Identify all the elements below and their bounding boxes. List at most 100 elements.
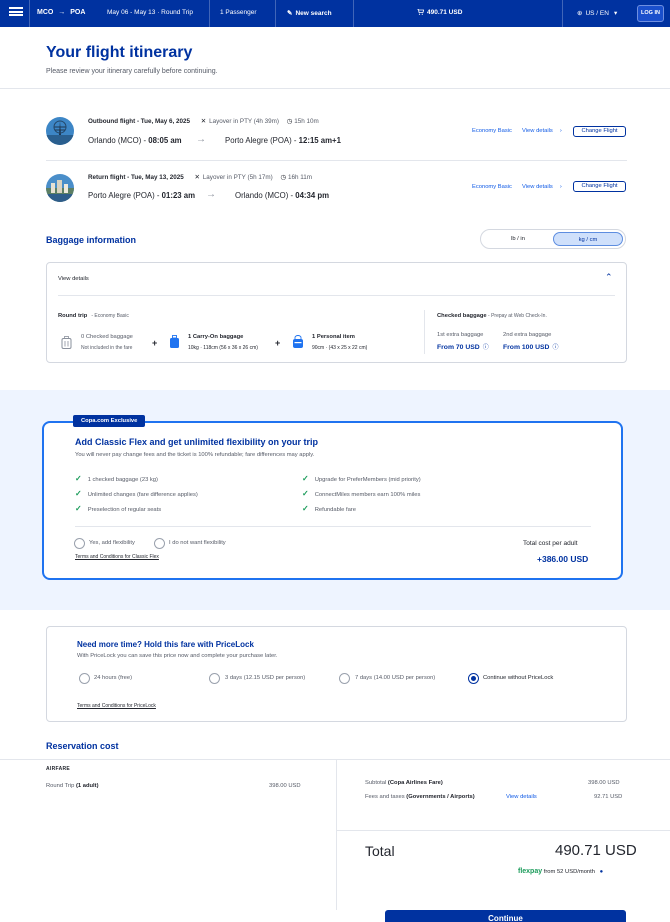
divider — [46, 160, 627, 161]
checked-bag-title: 0 Checked baggage — [81, 334, 133, 340]
check-icon: ✓ — [75, 489, 82, 498]
pricelock-7d-radio[interactable] — [339, 673, 350, 684]
info-icon[interactable]: ⓘ — [483, 345, 489, 351]
pricelock-3d-label[interactable]: 3 days (12.15 USD per person) — [225, 675, 305, 681]
subtotal-label: Subtotal — [365, 780, 387, 786]
clock-icon: ◷ — [286, 118, 293, 125]
flex-no-label[interactable]: I do not want flexibility — [169, 540, 226, 546]
trip-dates[interactable]: May 06 - May 13 · Round Trip — [107, 9, 193, 16]
info-icon[interactable]: ● — [600, 869, 604, 875]
unit-imperial-option[interactable]: lb / in — [483, 232, 553, 246]
pricelock-24h-label[interactable]: 24 hours (free) — [94, 675, 132, 681]
return-from-time: 01:23 am — [161, 191, 196, 200]
extra-bag-1-price: From 70 USD ⓘ — [437, 342, 489, 351]
check-icon: ✓ — [302, 504, 309, 513]
copa-logo-icon[interactable] — [9, 7, 23, 19]
plus-icon: + — [275, 338, 281, 348]
return-view-details-link[interactable]: View details › — [522, 184, 562, 190]
flex-benefit-label: Refundable fare — [314, 507, 356, 513]
return-flight-label: Return flight - Tue, May 13, 2025 — [88, 174, 184, 181]
flex-benefit-label: Unlimited changes (fare difference appli… — [87, 492, 198, 498]
pricelock-terms-link[interactable]: Terms and Conditions for PriceLock — [77, 703, 156, 709]
airfare-trip-type: Round Trip — [46, 783, 75, 789]
flex-yes-radio[interactable] — [74, 538, 85, 549]
fees-source: (Governments / Airports) — [406, 794, 475, 800]
divider — [29, 0, 30, 27]
outbound-change-flight-button[interactable]: Change Flight — [573, 126, 626, 137]
outbound-fare-family-link[interactable]: Economy Basic — [472, 128, 512, 134]
info-icon[interactable]: ⓘ — [552, 345, 558, 351]
airfare-label: AIRFARE — [46, 766, 71, 772]
check-icon: ✓ — [302, 489, 309, 498]
login-button[interactable]: LOG IN — [637, 5, 664, 22]
flex-benefit: ✓ ConnectMiles members earn 100% miles — [302, 489, 420, 498]
arrow-right-icon: → — [206, 189, 216, 200]
outbound-view-details-link[interactable]: View details › — [522, 128, 562, 134]
subtotal-value: 398.00 USD — [588, 780, 620, 786]
return-fare-family-link[interactable]: Economy Basic — [472, 184, 512, 190]
personal-item-detail: 90cm · (43 x 25 x 22 cm) — [312, 345, 368, 351]
new-search-label: New search — [295, 10, 332, 17]
outbound-from-city: Orlando (MCO) — [88, 136, 142, 145]
pricelock-3d-radio[interactable] — [209, 673, 220, 684]
top-navigation-bar: MCO → POA May 06 - May 13 · Round Trip 1… — [0, 0, 670, 27]
return-arrival: Orlando (MCO) - 04:34 pm — [235, 191, 330, 200]
airfare-passenger-count: (1 adult) — [75, 783, 99, 789]
unit-metric-option[interactable]: kg / cm — [553, 232, 623, 246]
return-destination-photo — [46, 174, 74, 202]
flex-title: Add Classic Flex and get unlimited flexi… — [75, 437, 319, 447]
divider — [336, 830, 670, 831]
pencil-icon: ✎ — [287, 10, 293, 17]
flex-subtitle: You will never pay change fees and the t… — [75, 452, 315, 458]
outbound-from-time: 08:05 am — [148, 136, 182, 145]
flexpay-logo: flexpay — [518, 868, 543, 875]
check-icon: ✓ — [75, 474, 82, 483]
extra-bag-1-price-value: From 70 USD — [437, 344, 480, 351]
airfare-row: Round Trip (1 adult) — [46, 783, 99, 789]
total-value: 490.71 USD — [555, 842, 637, 859]
pricelock-none-radio[interactable] — [468, 673, 479, 684]
flexpay-text: from 52 USD/month — [543, 869, 595, 875]
pricelock-7d-label[interactable]: 7 days (14.00 USD per person) — [355, 675, 435, 681]
outbound-arrival: Porto Alegre (POA) - 12:15 am+1 — [225, 136, 341, 145]
layover-icon: ✕ — [194, 174, 200, 181]
flex-no-radio[interactable] — [154, 538, 165, 549]
flex-yes-label[interactable]: Yes, add flexibility — [89, 540, 135, 546]
return-change-flight-button[interactable]: Change Flight — [573, 181, 626, 192]
flex-benefit-label: Preselection of regular seats — [87, 507, 162, 513]
flex-cost-value: +386.00 USD — [537, 554, 589, 564]
chevron-up-icon[interactable]: ⌃ — [605, 272, 613, 283]
continue-button[interactable]: Continue — [385, 910, 626, 922]
divider — [0, 88, 670, 89]
fees-label: Fees and taxes — [365, 794, 405, 800]
route-summary[interactable]: MCO → POA — [37, 9, 85, 16]
outbound-duration: 15h 10m — [294, 118, 319, 125]
fees-view-details-link[interactable]: View details — [506, 794, 537, 800]
flex-benefit: ✓ Preselection of regular seats — [75, 504, 161, 513]
cart-total-value: 490.71 USD — [427, 9, 463, 16]
flex-benefit: ✓ Unlimited changes (fare difference appl… — [75, 489, 198, 498]
outbound-flight-label: Outbound flight - Tue, May 6, 2025 — [88, 118, 191, 125]
flex-terms-link[interactable]: Terms and Conditions for Classic Flex — [75, 554, 159, 560]
cart-total[interactable]: 490.71 USD — [417, 8, 463, 16]
extra-bag-1-label: 1st extra baggage — [437, 332, 484, 338]
pricelock-none-label[interactable]: Continue without PriceLock — [483, 675, 553, 681]
outbound-view-details-label: View details — [522, 128, 553, 134]
pricelock-24h-radio[interactable] — [79, 673, 90, 684]
new-search-button[interactable]: ✎ New search — [287, 9, 332, 17]
return-departure: Porto Alegre (POA) - 01:23 am — [88, 191, 196, 200]
divider — [336, 760, 337, 910]
extra-bag-2-label: 2nd extra baggage — [503, 332, 552, 338]
baggage-view-details-toggle[interactable]: View details — [58, 276, 89, 282]
checked-bag-icon — [61, 336, 72, 355]
fees-row: Fees and taxes (Governments / Airports) — [365, 794, 475, 800]
outbound-to-city: Porto Alegre (POA) — [225, 136, 292, 145]
flex-cost-label: Total cost per adult — [523, 540, 578, 547]
subtotal-row: Subtotal (Copa Airlines Fare) — [365, 780, 443, 786]
passenger-count[interactable]: 1 Passenger — [220, 9, 257, 16]
carry-on-bag-title: 1 Carry-On baggage — [188, 334, 244, 340]
divider — [562, 0, 563, 27]
extra-bag-2-price: From 100 USD ⓘ — [503, 342, 558, 351]
return-view-details-label: View details — [522, 184, 553, 190]
locale-selector[interactable]: ⊕ US / EN ▾ — [577, 9, 617, 17]
